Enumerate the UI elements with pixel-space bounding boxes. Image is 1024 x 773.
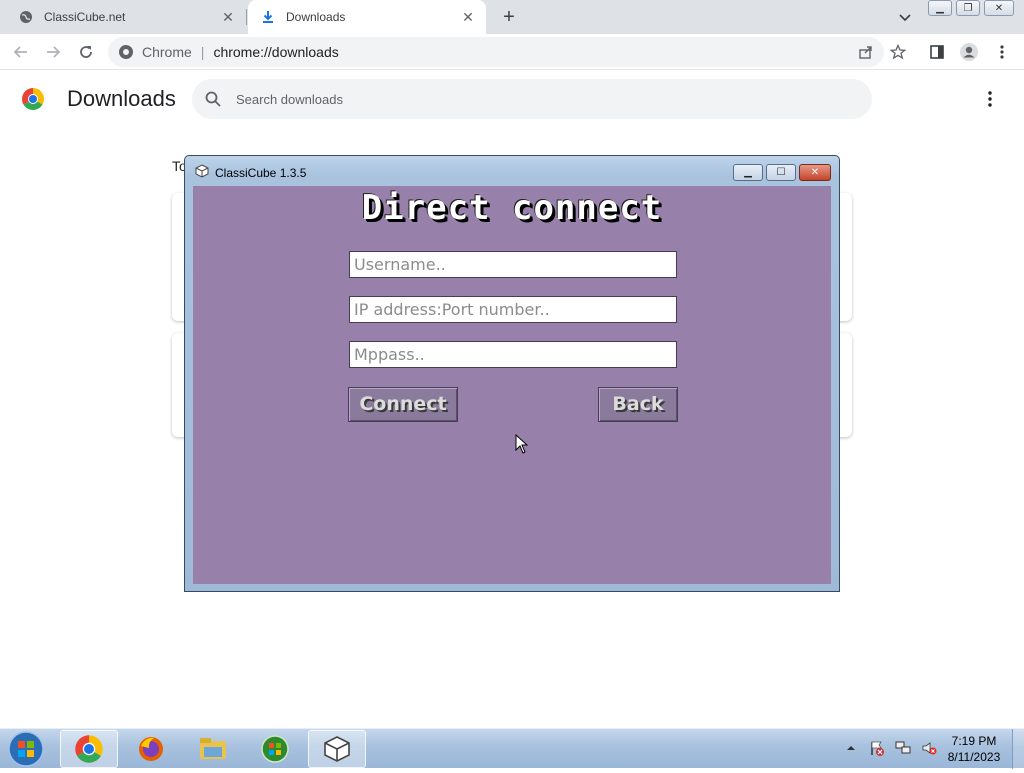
search-placeholder: Search downloads [236,91,343,107]
ip-port-input[interactable]: IP address:Port number.. [349,296,677,323]
share-icon[interactable] [855,41,877,63]
classicube-maximize-button[interactable]: ☐ [766,164,796,181]
download-icon [260,9,276,25]
address-bar[interactable]: Chrome | chrome://downloads [108,37,884,67]
address-chip: Chrome [142,44,192,60]
search-downloads-input[interactable]: Search downloads [192,79,872,119]
close-tab-icon[interactable]: ✕ [460,9,476,25]
classicube-window: ClassiCube 1.3.5 ▁ ☐ ✕ Direct connect Us… [184,155,840,592]
tab-label: Downloads [286,10,346,24]
connect-button[interactable]: Connect [348,387,458,422]
chrome-site-icon [118,44,134,60]
taskbar-firefox-icon[interactable] [122,730,180,768]
chrome-logo-icon [21,87,45,111]
restore-button[interactable]: ❐ [956,0,980,16]
chrome-menu-icon[interactable] [991,41,1013,63]
classicube-close-button[interactable]: ✕ [799,164,831,181]
show-desktop-button[interactable] [1012,729,1024,769]
taskbar-classicube-icon[interactable] [308,730,366,768]
taskbar-media-center-icon[interactable] [246,730,304,768]
system-tray [842,739,938,757]
search-icon [204,90,222,108]
bookmark-star-icon[interactable] [887,41,909,63]
mouse-cursor-icon [515,433,529,454]
tab-label: ClassiCube.net [44,10,126,24]
windows-taskbar: 7:19 PM 8/11/2023 [0,728,1024,769]
side-panel-icon[interactable] [926,41,948,63]
window-title: ClassiCube 1.3.5 [215,166,307,180]
network-icon[interactable] [894,739,912,757]
new-tab-button[interactable]: + [498,6,520,28]
back-arrow-icon[interactable] [10,41,32,63]
more-actions-icon[interactable] [980,89,1000,109]
tab-strip: ClassiCube.net ✕ Downloads ✕ + ▁ ❐ ✕ [0,0,1024,34]
show-hidden-icons-icon[interactable] [842,739,860,757]
start-button[interactable] [6,730,46,768]
tab-divider [246,9,247,25]
taskbar-explorer-icon[interactable] [184,730,242,768]
taskbar-chrome-icon[interactable] [60,730,118,768]
downloads-header: Downloads Search downloads [0,71,1024,127]
minimize-button[interactable]: ▁ [928,0,952,16]
tab-downloads[interactable]: Downloads ✕ [248,0,486,34]
tab-classicube[interactable]: ClassiCube.net ✕ [0,0,246,34]
reload-icon[interactable] [75,41,97,63]
forward-arrow-icon[interactable] [42,41,64,63]
clock-date: 8/11/2023 [947,750,1001,764]
close-tab-icon[interactable]: ✕ [220,9,236,25]
mppass-input[interactable]: Mppass.. [349,341,677,368]
taskbar-clock[interactable]: 7:19 PM 8/11/2023 [940,733,1008,765]
clock-time: 7:19 PM [951,734,997,748]
address-separator: | [200,44,205,60]
tab-search-chevron-icon[interactable] [896,8,914,26]
screen-heading: Direct connect [361,188,663,228]
back-button[interactable]: Back [598,387,678,422]
classicube-cube-icon [195,164,209,178]
profile-avatar-icon[interactable] [958,41,980,63]
page-title: Downloads [67,86,176,111]
globe-icon [18,9,34,25]
classicube-titlebar[interactable]: ClassiCube 1.3.5 ▁ ☐ ✕ [185,156,839,186]
classicube-client-area: Direct connect Username.. IP address:Por… [193,186,831,584]
close-window-button[interactable]: ✕ [984,0,1014,16]
volume-muted-icon[interactable] [920,739,938,757]
browser-toolbar: Chrome | chrome://downloads [0,34,1024,70]
address-url: chrome://downloads [213,44,339,60]
window-controls: ▁ ❐ ✕ [928,0,1018,18]
username-input[interactable]: Username.. [349,251,677,278]
classicube-minimize-button[interactable]: ▁ [733,164,763,181]
action-center-flag-icon[interactable] [868,739,886,757]
